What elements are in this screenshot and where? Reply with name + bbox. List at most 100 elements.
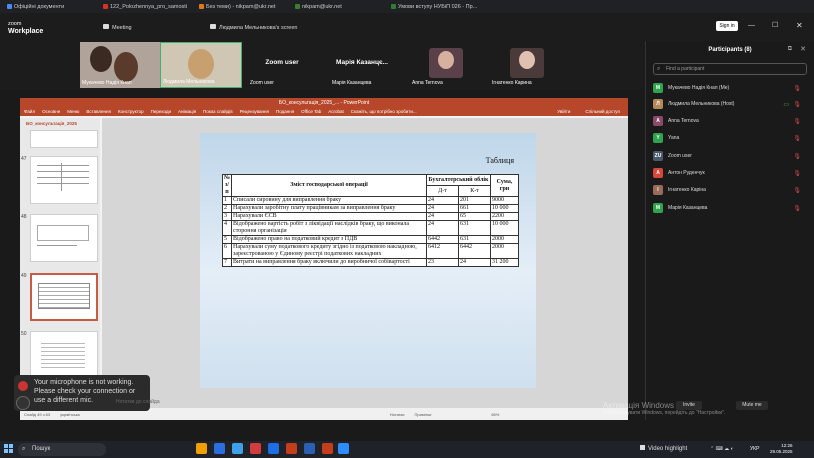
header-num: № з/п [221,174,233,197]
video-tile[interactable]: Anna Ternova [402,42,482,88]
menu-review[interactable]: Рецензування [240,109,269,114]
microphone-button[interactable] [16,396,30,410]
windows-start-icon[interactable] [4,444,14,454]
browser-icon[interactable] [214,443,225,454]
menu-home[interactable]: Основне [42,109,60,114]
video-tile[interactable]: Zoom user Zoom user [242,42,322,88]
menu-animation[interactable]: Анімація [178,109,196,114]
header-dt: Д-т [426,185,459,197]
header-content: Зміст господарської операції [231,174,427,197]
slide-thumbnail[interactable] [30,156,98,204]
participant-row[interactable]: І Ігнатенко Каріна 🎙︎ [653,184,813,196]
slide-thumbnail[interactable] [30,214,98,262]
table-caption: Таблиця [485,156,514,165]
mute-me-button[interactable]: Mute me [736,401,768,410]
slide-canvas[interactable]: Таблиця № з/п Зміст господарської операц… [200,133,536,388]
notes-button[interactable]: Нотатки [390,412,405,417]
comments-button[interactable]: Примітки [415,412,432,417]
app-icon[interactable] [250,443,261,454]
avatar: A [653,168,663,178]
windows-taskbar [0,441,814,458]
site-icon [391,4,396,9]
video-tile-active-speaker[interactable]: Людмила Мельникова [160,42,242,88]
powerpoint-icon[interactable] [322,443,333,454]
browser-tab-2[interactable]: 122_Polozhennya_pro_samosti [100,1,192,12]
ppt-ribbon-tabs: Файл Основне Меню Вставлення Конструктор… [20,107,628,116]
word-icon[interactable] [304,443,315,454]
menu-menu[interactable]: Меню [67,109,79,114]
browser-tab-4[interactable]: nikpam@ukr.net [292,1,384,12]
slide-thumbnail[interactable] [30,331,98,379]
participant-row[interactable]: Л Людмила Мельникова (Host) ▭ 🎙︎ [653,98,813,110]
invite-button[interactable]: Invite [676,401,702,410]
powerpoint-icon[interactable] [286,443,297,454]
slide-editor: Таблиця № з/п Зміст господарської операц… [102,118,628,408]
menu-office-tab[interactable]: Office Tab [301,109,321,114]
table-row: 1 Списали сировину для виправлення браку 2… [221,196,519,205]
participant-search-input[interactable]: ⌕ Find a participant [653,63,807,75]
mail-icon [295,4,300,9]
participant-row[interactable]: ZU Zoom user 🎙︎ [653,150,813,162]
participant-row[interactable]: A Anna Ternova 🎙︎ [653,115,813,127]
meeting-tab[interactable]: Meeting [103,24,132,31]
menu-design[interactable]: Конструктор [118,109,144,114]
sign-in-button[interactable]: Sign in [716,21,738,31]
maximize-icon[interactable]: ☐ [772,21,778,29]
muted-mic-icon[interactable]: 🎙︎ [793,153,801,160]
participant-row[interactable]: M Мукачево Надія Кнап (Me) 🎙︎ [653,82,813,94]
muted-mic-icon[interactable]: 🎙︎ [793,118,801,125]
muted-mic-icon[interactable]: 🎙︎ [793,187,801,194]
menu-acrobat[interactable]: Acrobat [328,109,344,114]
close-panel-icon[interactable]: ✕ [800,45,806,53]
browser-tab-5[interactable]: Умови вступу НУБіП 026 - Пр... [388,1,480,12]
zoom-level[interactable]: 65% [491,412,499,417]
taskbar-search[interactable]: ⌕ Пошук [18,443,106,456]
participant-row[interactable]: M Марія Казанцева 🎙︎ [653,202,813,214]
participants-panel: Participants (8) ⧉ ✕ ⌕ Find a participan… [645,41,814,420]
browser-tab-3[interactable]: Без теми) - nikpam@ukr.net [196,1,288,12]
close-icon[interactable]: ✕ [796,21,803,30]
taskbar-clock[interactable]: 12:26 29.05.2025 [770,443,793,455]
share-button[interactable]: Спільний доступ [585,109,620,114]
system-tray-icons[interactable]: ⌃ ⌨ ☁ ◐ [710,446,734,452]
menu-file[interactable]: Файл [24,109,35,114]
participant-row[interactable]: Y Yana 🎙︎ [653,132,813,144]
menu-view[interactable]: Подання [276,109,294,114]
edge-icon[interactable] [232,443,243,454]
menu-insert[interactable]: Вставлення [86,109,111,114]
menu-transitions[interactable]: Переходи [151,109,171,114]
muted-mic-icon[interactable]: 🎙︎ [793,101,801,108]
document-tab[interactable]: БО_консультація_2025 [20,118,100,129]
video-highlight-widget[interactable]: Video highlight [640,445,687,452]
muted-mic-icon[interactable]: 🎙︎ [793,170,801,177]
browser-tab-1[interactable]: Офіційні документи [4,1,96,12]
video-icon [640,445,645,450]
participant-row[interactable]: A Антон Руденчук 🎙︎ [653,167,813,179]
sign-in-link[interactable]: Увійти [557,109,570,114]
minimize-icon[interactable]: — [748,22,755,29]
table-row: 2 Нарахували заробітну плату працівникам … [221,204,519,213]
language-indicator[interactable]: українська [60,412,80,417]
thumb-partial[interactable] [30,130,98,148]
video-tile[interactable]: Марія Казанцє... Марія Казанцева [322,42,402,88]
language-indicator[interactable]: УКР [750,446,759,452]
accounting-table: № з/п Зміст господарської операції Бухга… [221,174,519,267]
video-tile[interactable]: Мукачево Надія Кнап [80,42,160,88]
popout-icon[interactable]: ⧉ [788,46,792,53]
tell-me-search[interactable]: Скажіть, що потрібно зробити... [351,109,417,114]
windows-activation-title: Активація Windows [603,401,675,410]
table-row: 6 Нарахували суму податкового кредиту згі… [221,243,519,259]
video-tile[interactable]: Ігнатенко Карина [482,42,562,88]
muted-mic-icon[interactable]: 🎙︎ [793,205,801,212]
mail-icon[interactable] [268,443,279,454]
muted-mic-icon[interactable]: 🎙︎ [793,135,801,142]
avatar: Y [653,133,663,143]
slide-thumbnail-selected[interactable] [30,273,98,321]
notes-placeholder: Нотатки до слайда [116,399,160,405]
muted-mic-icon[interactable]: 🎙︎ [793,85,801,92]
meeting-title: Людмила Мельникова's screen [210,24,297,31]
zoom-icon[interactable] [338,443,349,454]
file-explorer-icon[interactable] [196,443,207,454]
menu-slideshow[interactable]: Показ слайдів [203,109,232,114]
table-row: 7 Витрати на виправлення браку включили д… [221,258,519,267]
